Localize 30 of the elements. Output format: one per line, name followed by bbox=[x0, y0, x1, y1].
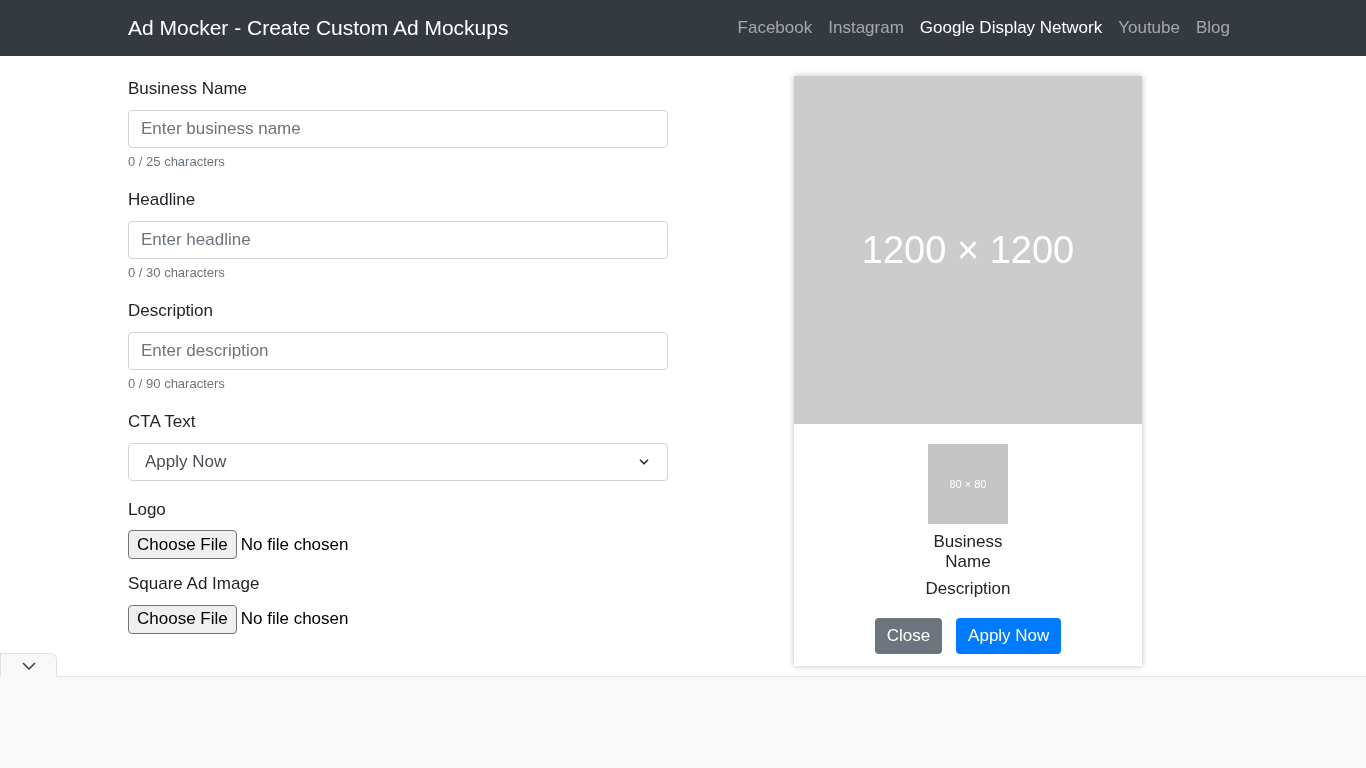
ad-button[interactable]: Close bbox=[874, 617, 943, 654]
choose-file-button[interactable]: Choose File bbox=[128, 604, 237, 634]
text-field[interactable]: Enter business name bbox=[128, 109, 668, 148]
text-field[interactable]: Enter description bbox=[128, 331, 668, 370]
ad-button[interactable]: Apply Now bbox=[956, 617, 1062, 654]
nav-link[interactable]: Blog bbox=[1195, 15, 1230, 41]
field-label: Square Ad Image bbox=[128, 573, 261, 595]
field-label: Logo bbox=[128, 498, 167, 521]
file-status: No file chosen bbox=[240, 608, 349, 631]
business-name: Business Name bbox=[932, 532, 1004, 572]
field-label: CTA Text bbox=[128, 411, 197, 433]
logo-size-label: 80 × 80 bbox=[949, 476, 987, 492]
field-label: Headline bbox=[128, 189, 197, 211]
character-counter: 0 / 90 characters bbox=[128, 374, 226, 393]
nav-link[interactable]: Facebook bbox=[737, 15, 813, 41]
field-label: Description bbox=[128, 300, 215, 322]
character-counter: 0 / 30 characters bbox=[128, 263, 226, 282]
cta-select[interactable]: Apply Now bbox=[128, 442, 668, 481]
text-field[interactable]: Enter headline bbox=[128, 220, 668, 259]
nav-link[interactable]: Google Display Network bbox=[919, 15, 1103, 41]
file-status: No file chosen bbox=[240, 533, 349, 556]
ad-description: Description bbox=[925, 578, 1011, 600]
collapse-tab[interactable] bbox=[0, 653, 57, 677]
field-label: Business Name bbox=[128, 78, 249, 100]
nav-link[interactable]: Instagram bbox=[828, 15, 904, 41]
brand-title[interactable]: Ad Mocker - Create Custom Ad Mockups bbox=[128, 12, 509, 44]
choose-file-button[interactable]: Choose File bbox=[128, 530, 237, 559]
chevron-icon bbox=[21, 661, 36, 670]
character-counter: 0 / 25 characters bbox=[128, 152, 226, 171]
nav-link[interactable]: Youtube bbox=[1118, 15, 1180, 41]
